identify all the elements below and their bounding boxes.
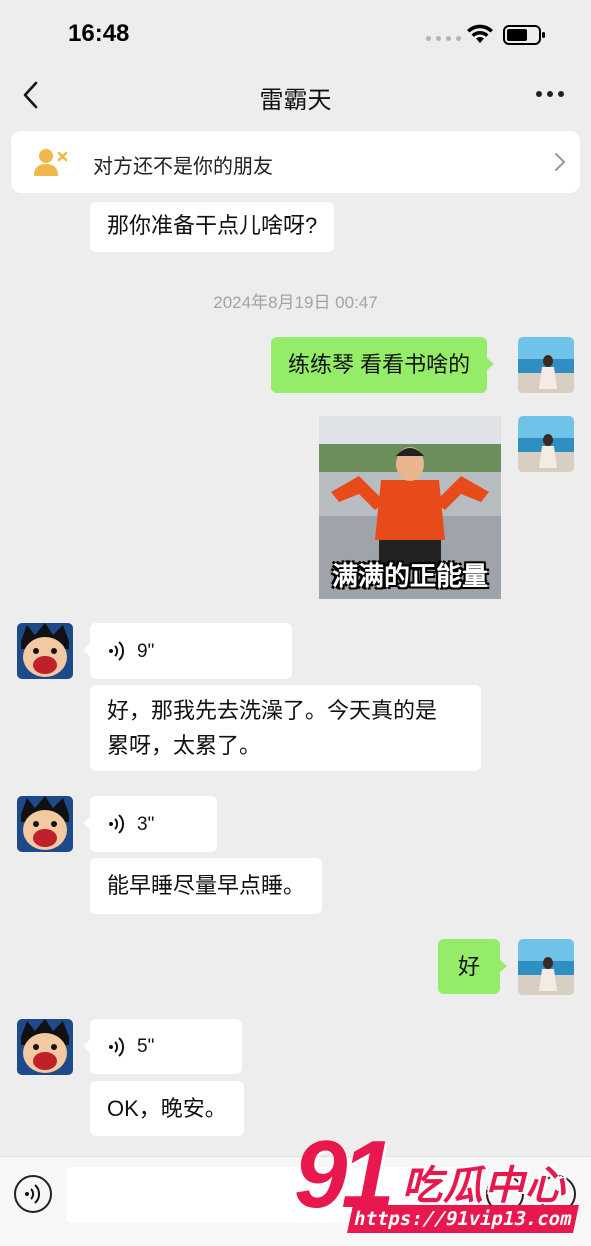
status-bar: 16:48 <box>0 0 591 64</box>
voice-message[interactable]: 3" <box>83 796 217 852</box>
voice-duration: 9" <box>137 640 155 662</box>
watermark-title: 吃瓜中心 <box>402 1164 566 1208</box>
message-text: 练练琴 看看书啥的 <box>288 352 471 377</box>
voice-toggle-icon[interactable] <box>14 1175 52 1213</box>
user-x-icon <box>34 149 68 176</box>
my-avatar[interactable] <box>518 337 574 393</box>
chevron-right-icon <box>555 153 566 171</box>
timestamp: 2024年8月19日 00:47 <box>213 293 378 312</box>
notice-text: 对方还不是你的朋友 <box>93 156 273 178</box>
message-bubble[interactable]: 练练琴 看看书啥的 <box>271 337 495 393</box>
message-bubble[interactable]: 好，那我先去洗澡了。今天真的是 累呀，太累了。 <box>90 685 481 771</box>
friend-avatar[interactable] <box>17 623 73 679</box>
sticker-caption: 满满的正能量 <box>331 561 488 591</box>
voice-wave-icon <box>109 814 125 834</box>
signal-icon <box>426 36 461 41</box>
sticker-image[interactable]: 满满的正能量 <box>319 416 501 599</box>
not-friend-notice[interactable]: 对方还不是你的朋友 <box>11 131 580 193</box>
voice-wave-icon <box>109 1036 125 1057</box>
watermark-url: https://91vip13.com <box>347 1205 579 1233</box>
message-text: 那你准备干点儿啥呀? <box>107 213 318 238</box>
message-bubble[interactable]: OK，晚安。 <box>90 1081 244 1136</box>
voice-message[interactable]: 9" <box>83 623 292 679</box>
message-text-line: 好，那我先去洗澡了。今天真的是 <box>107 698 438 723</box>
message-bubble[interactable]: 好 <box>438 939 507 994</box>
voice-message[interactable]: 5" <box>83 1019 242 1074</box>
friend-avatar[interactable] <box>17 1019 73 1075</box>
voice-duration: 5" <box>137 1036 155 1057</box>
chat-title: 雷霸天 <box>259 87 332 114</box>
battery-icon <box>503 25 545 45</box>
message-bubble[interactable]: 能早睡尽量早点睡。 <box>90 858 323 914</box>
message-text: 好 <box>457 954 480 979</box>
my-avatar[interactable] <box>518 939 574 995</box>
nav-bar: 雷霸天 <box>0 64 591 126</box>
my-avatar[interactable] <box>518 416 574 472</box>
status-time: 16:48 <box>68 20 130 47</box>
watermark-logo: 91 吃瓜中心 https://91vip13.com <box>294 1127 584 1239</box>
wifi-icon <box>467 24 493 43</box>
friend-avatar[interactable] <box>17 796 73 852</box>
more-icon[interactable] <box>536 84 570 104</box>
message-bubble[interactable]: 那你准备干点儿啥呀? <box>90 202 335 252</box>
voice-wave-icon <box>109 641 125 661</box>
voice-duration: 3" <box>137 813 155 835</box>
message-text-line: 累呀，太累了。 <box>107 733 262 758</box>
message-text: 能早睡尽量早点睡。 <box>107 873 306 898</box>
message-text: OK，晚安。 <box>107 1096 227 1121</box>
